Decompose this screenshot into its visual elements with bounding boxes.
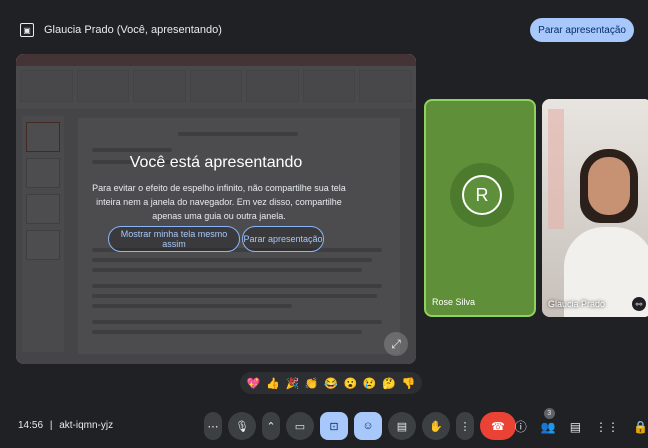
- avatar: R: [462, 175, 502, 215]
- reaction-thinking[interactable]: 🤔: [382, 377, 396, 390]
- host-controls-icon[interactable]: 🔒: [633, 420, 648, 434]
- activities-icon[interactable]: ⋮⋮: [595, 420, 619, 434]
- chat-icon[interactable]: ▤: [570, 420, 581, 434]
- reaction-heart[interactable]: 💖: [247, 377, 261, 390]
- microphone-icon[interactable]: 🎙: [228, 412, 256, 440]
- camera-icon[interactable]: ▭: [286, 412, 314, 440]
- self-presentation-overlay: Você está apresentando Para evitar o efe…: [16, 54, 416, 364]
- reaction-clap[interactable]: 👏: [305, 377, 319, 390]
- raise-hand-icon[interactable]: ✋: [422, 412, 450, 440]
- leave-call-button[interactable]: ☎: [480, 412, 516, 440]
- emoji-reactions-button[interactable]: ☺: [354, 412, 382, 440]
- reaction-laugh[interactable]: 😂: [324, 377, 338, 390]
- reaction-sad[interactable]: 😢: [363, 377, 377, 390]
- stop-presenting-button[interactable]: Parar apresentação: [530, 18, 634, 42]
- separator: |: [49, 420, 53, 431]
- participant-tile-rose[interactable]: R Rose Silva: [424, 99, 536, 317]
- people-icon[interactable]: 👥 3: [541, 407, 556, 434]
- meeting-code: akt-iqmn-yjz: [59, 420, 114, 431]
- tile-options-icon[interactable]: ⚯: [632, 297, 646, 311]
- presenter-label: Glaucia Prado (Você, apresentando): [44, 24, 222, 36]
- presentation-bar: ▣ Glaucia Prado (Você, apresentando) Par…: [8, 14, 640, 46]
- reaction-party[interactable]: 🎉: [285, 377, 299, 390]
- overlay-title: Você está apresentando: [129, 154, 303, 171]
- video-options-icon[interactable]: ⌃: [262, 412, 280, 440]
- show-screen-anyway-button[interactable]: Mostrar minha tela mesmo assim: [108, 226, 240, 252]
- present-screen-button[interactable]: ⊡: [320, 412, 348, 440]
- participant-count-badge: 3: [543, 407, 555, 419]
- more-options-icon[interactable]: ⋮: [456, 412, 474, 440]
- audio-options-icon[interactable]: ⋯: [204, 412, 222, 440]
- participant-name: Rose Silva: [432, 297, 476, 307]
- reactions-bar: 💖 👍 🎉 👏 😂 😮 😢 🤔 👎: [240, 372, 422, 394]
- reaction-thumbs-down[interactable]: 👎: [401, 377, 415, 390]
- overlay-message: Para evitar o efeito de espelho infinito…: [92, 183, 346, 221]
- present-screen-icon: ▣: [20, 23, 34, 37]
- meeting-controls-bar: 14:56 | akt-iqmn-yjz ⋯ 🎙 ⌃ ▭ ⊡ ☺ ▤ ✋ ⋮ ☎…: [0, 404, 648, 448]
- clock-time: 14:56: [18, 420, 44, 431]
- reaction-thumbs-up[interactable]: 👍: [266, 377, 280, 390]
- captions-icon[interactable]: ▤: [388, 412, 416, 440]
- overlay-stop-presenting-button[interactable]: Parar apresentação: [242, 226, 324, 252]
- reaction-surprised[interactable]: 😮: [343, 377, 357, 390]
- presentation-stage: Você está apresentando Para evitar o efe…: [16, 54, 416, 364]
- meeting-info-icon[interactable]: ⓘ: [515, 418, 527, 435]
- participant-name: Glaucia Prado: [548, 299, 606, 309]
- participant-tile-glaucia[interactable]: Glaucia Prado ⚯: [542, 99, 648, 317]
- fullscreen-icon[interactable]: ⤢: [384, 332, 408, 356]
